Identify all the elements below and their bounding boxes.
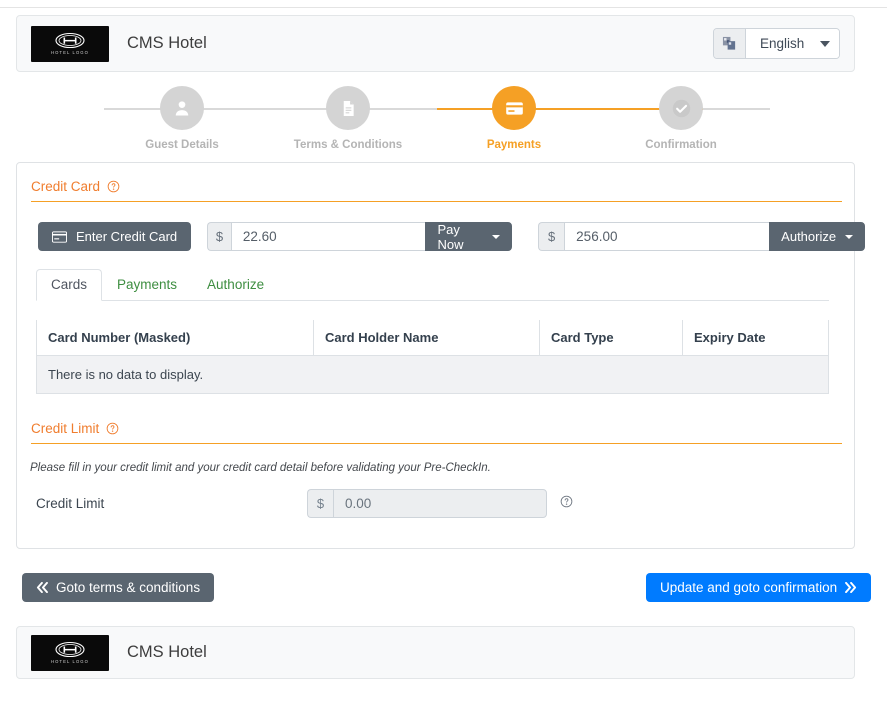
cards-table-head: Card Number (Masked) Card Holder Name Ca…: [37, 320, 829, 356]
check-icon: [671, 98, 692, 119]
authorize-label: Authorize: [781, 229, 836, 244]
pay-amount-group: $ 22.60 Pay Now: [207, 222, 512, 251]
credit-limit-label: Credit Limit: [36, 496, 307, 511]
step-dot-guest-details: [160, 86, 204, 130]
column-expiry-date[interactable]: Expiry Date: [683, 320, 829, 356]
caret-down-icon[interactable]: [845, 235, 853, 239]
pay-now-label: Pay Now: [437, 222, 483, 252]
user-icon: [172, 98, 192, 118]
authorize-currency-prefix: $: [538, 222, 564, 251]
app-footer: HOTEL LOGO CMS Hotel: [16, 626, 855, 679]
tab-cards[interactable]: Cards: [36, 269, 102, 301]
hotel-logo-footer: HOTEL LOGO: [31, 635, 109, 671]
language-selector[interactable]: English: [713, 28, 840, 59]
stepper-step-confirmation[interactable]: Confirmation: [621, 86, 741, 151]
stepper-label-guest-details: Guest Details: [145, 139, 219, 151]
credit-card-section-title-row: Credit Card: [31, 179, 842, 201]
help-circle-glyph: [106, 422, 119, 435]
credit-card-icon: [504, 98, 525, 119]
step-dot-payments: [492, 86, 536, 130]
enter-credit-card-button[interactable]: Enter Credit Card: [38, 222, 191, 251]
app-header: HOTEL LOGO CMS Hotel English: [16, 15, 855, 72]
tab-payments[interactable]: Payments: [102, 269, 192, 301]
column-card-holder-name[interactable]: Card Holder Name: [314, 320, 540, 356]
goto-terms-conditions-button[interactable]: Goto terms & conditions: [22, 573, 214, 602]
credit-limit-input[interactable]: 0.00: [333, 489, 547, 518]
column-card-number[interactable]: Card Number (Masked): [37, 320, 314, 356]
chevron-down-icon[interactable]: [820, 41, 830, 47]
help-circle-glyph: [560, 495, 573, 508]
credit-limit-section-header: Credit Limit: [31, 421, 842, 444]
cards-table-body: There is no data to display.: [37, 356, 829, 394]
brand-title: CMS Hotel: [127, 34, 207, 53]
document-icon: [339, 99, 358, 118]
step-dot-confirmation: [659, 86, 703, 130]
pay-now-button[interactable]: Pay Now: [425, 222, 512, 251]
stepper-label-confirmation: Confirmation: [645, 139, 717, 151]
column-card-type[interactable]: Card Type: [540, 320, 683, 356]
update-goto-confirmation-label: Update and goto confirmation: [660, 580, 837, 595]
table-row: There is no data to display.: [37, 356, 829, 394]
payment-actions-row: Enter Credit Card $ 22.60 Pay Now $ 256.…: [38, 222, 824, 251]
cards-table-empty-message: There is no data to display.: [37, 356, 829, 394]
credit-card-icon: [52, 231, 67, 243]
help-circle-icon[interactable]: [560, 495, 573, 513]
help-circle-glyph: [107, 180, 120, 193]
checkin-payments-page: HOTEL LOGO CMS Hotel English: [0, 0, 887, 711]
checkin-stepper: Guest Details Terms & Conditions: [104, 86, 770, 152]
language-dropdown[interactable]: English: [746, 29, 839, 58]
pay-amount-input[interactable]: 22.60: [231, 222, 426, 251]
goto-terms-conditions-label: Goto terms & conditions: [56, 580, 200, 595]
authorize-button[interactable]: Authorize: [769, 222, 865, 251]
credit-limit-section-rule: [31, 443, 842, 444]
credit-card-section-rule: [31, 201, 842, 202]
double-chevron-left-icon: [36, 582, 49, 593]
cards-table: Card Number (Masked) Card Holder Name Ca…: [36, 320, 829, 394]
language-flag-icon[interactable]: [714, 29, 746, 58]
pay-currency-prefix: $: [207, 222, 231, 251]
card-tabs: Cards Payments Authorize: [36, 270, 829, 301]
credit-limit-hint: Please fill in your credit limit and you…: [30, 462, 491, 474]
caret-down-icon[interactable]: [492, 235, 500, 239]
hotel-logo-emblem: [50, 32, 90, 49]
help-circle-icon[interactable]: [106, 422, 119, 435]
credit-card-section-title: Credit Card: [31, 179, 100, 194]
step-dot-terms-conditions: [326, 86, 370, 130]
stepper-label-payments: Payments: [487, 139, 541, 151]
stepper-step-payments[interactable]: Payments: [454, 86, 574, 151]
credit-limit-currency-prefix: $: [307, 489, 333, 518]
stepper-step-guest-details[interactable]: Guest Details: [122, 86, 242, 151]
hotel-logo-subtext: HOTEL LOGO: [51, 659, 89, 664]
cards-table-header-row: Card Number (Masked) Card Holder Name Ca…: [37, 320, 829, 356]
tab-authorize[interactable]: Authorize: [192, 269, 279, 301]
language-flag-glyph: [722, 36, 737, 51]
language-value: English: [760, 36, 804, 51]
hotel-logo: HOTEL LOGO: [31, 26, 109, 62]
hotel-logo-emblem: [50, 641, 90, 658]
credit-limit-section-title: Credit Limit: [31, 421, 99, 436]
stepper-label-terms-conditions: Terms & Conditions: [294, 139, 402, 151]
credit-limit-row: Credit Limit $ 0.00: [36, 489, 826, 518]
authorize-amount-group: $ 256.00 Authorize: [538, 222, 865, 251]
update-goto-confirmation-button[interactable]: Update and goto confirmation: [646, 573, 871, 602]
authorize-amount-input[interactable]: 256.00: [564, 222, 769, 251]
footer-brand-title: CMS Hotel: [127, 643, 207, 662]
stepper-step-terms-conditions[interactable]: Terms & Conditions: [288, 86, 408, 151]
credit-limit-section-title-row: Credit Limit: [31, 421, 842, 443]
credit-card-section-header: Credit Card: [31, 179, 842, 202]
top-divider: [0, 7, 887, 8]
hotel-logo-subtext: HOTEL LOGO: [51, 50, 89, 55]
double-chevron-right-icon: [844, 582, 857, 593]
help-circle-icon[interactable]: [107, 180, 120, 193]
enter-credit-card-label: Enter Credit Card: [76, 229, 177, 244]
